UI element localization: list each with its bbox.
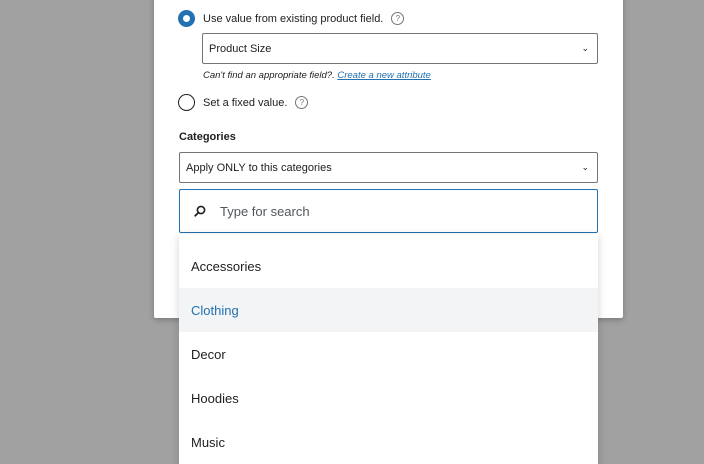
categories-label: Categories [179,131,236,143]
product-field-select-value: Product Size [209,42,272,55]
categories-scope-select-value: Apply ONLY to this categories [186,161,332,174]
category-search-input[interactable] [218,202,562,220]
category-search-box[interactable] [179,189,598,233]
chevron-down-icon: ⌄ [581,161,589,172]
category-option-music[interactable]: Music [179,420,598,464]
product-field-select[interactable]: Product Size ⌄ [202,33,598,64]
categories-scope-select[interactable]: Apply ONLY to this categories ⌄ [179,152,598,183]
category-option-clothing[interactable]: Clothing [179,288,598,332]
category-option-decor[interactable]: Decor [179,332,598,376]
field-hint-text: Can't find an appropriate field?. [203,70,335,81]
category-option-hoodies[interactable]: Hoodies [179,376,598,420]
radio-existing-field-label: Use value from existing product field. [203,12,384,25]
radio-fixed-value-label: Set a fixed value. [203,96,288,109]
radio-existing-field[interactable] [178,10,195,27]
category-options-list: Accessories Clothing Decor Hoodies Music [179,234,598,464]
category-option-accessories[interactable]: Accessories [179,244,598,288]
chevron-down-icon: ⌄ [581,42,589,53]
field-hint: Can't find an appropriate field?. Create… [203,70,431,81]
radio-row-existing-field[interactable]: Use value from existing product field. ? [178,10,405,27]
stage: Use value from existing product field. ?… [0,0,704,464]
radio-row-fixed-value[interactable]: Set a fixed value. ? [178,94,309,111]
search-icon [194,205,206,217]
help-icon[interactable]: ? [391,12,405,25]
radio-fixed-value[interactable] [178,94,195,111]
help-icon[interactable]: ? [295,96,309,109]
create-attribute-link[interactable]: Create a new attribute [337,70,430,81]
